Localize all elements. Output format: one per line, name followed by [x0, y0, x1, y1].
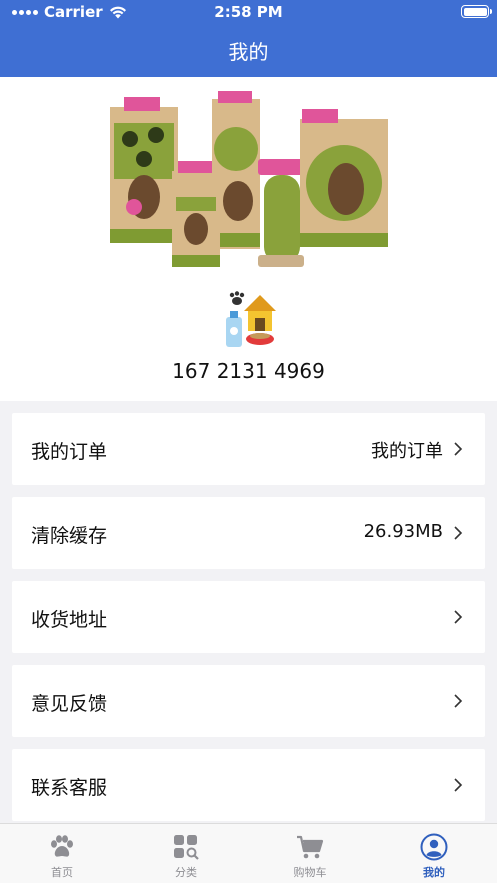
- menu-item-label: 意见反馈: [31, 693, 108, 715]
- battery-icon: [461, 5, 492, 18]
- menu-item-contact-support[interactable]: 联系客服: [12, 749, 485, 821]
- tab-label: 我的: [423, 866, 445, 879]
- chevron-right-icon: [454, 610, 463, 624]
- chevron-right-icon: [454, 442, 463, 456]
- pet-products-banner: [110, 91, 388, 267]
- phone-number: 167 2131 4969: [172, 359, 325, 383]
- tab-home[interactable]: 首页: [0, 824, 124, 883]
- tab-label: 分类: [175, 866, 197, 879]
- tab-category[interactable]: 分类: [124, 824, 248, 883]
- pet-house-icon: [226, 291, 276, 347]
- cart-icon: [297, 835, 324, 859]
- chevron-right-icon: [454, 778, 463, 792]
- tab-bar: 首页 分类 购物车 我的: [0, 823, 497, 883]
- page-title: 我的: [228, 40, 269, 64]
- tab-cart[interactable]: 购物车: [248, 824, 372, 883]
- profile-section: 167 2131 4969: [0, 77, 497, 401]
- chevron-right-icon: [454, 694, 463, 708]
- menu-item-label: 联系客服: [31, 777, 108, 799]
- menu-item-shipping-address[interactable]: 收货地址: [12, 581, 485, 653]
- category-icon: [174, 835, 199, 860]
- tab-label: 购物车: [293, 866, 327, 879]
- menu-item-label: 清除缓存: [31, 525, 108, 547]
- tab-mine[interactable]: 我的: [372, 824, 496, 883]
- cache-size-value: 26.93MB: [363, 521, 443, 542]
- paw-icon: [51, 835, 73, 857]
- tab-label: 首页: [51, 866, 73, 879]
- top-bar: Carrier 2:58 PM 我的: [0, 0, 497, 77]
- menu-item-label: 我的订单: [31, 441, 108, 463]
- menu-item-feedback[interactable]: 意见反馈: [12, 665, 485, 737]
- status-time: 2:58 PM: [214, 3, 283, 21]
- user-icon: [420, 833, 448, 861]
- status-bar: Carrier 2:58 PM: [0, 0, 497, 24]
- chevron-right-icon: [454, 526, 463, 540]
- menu-item-clear-cache[interactable]: 清除缓存 26.93MB: [12, 497, 485, 569]
- menu-item-value: 我的订单: [371, 441, 443, 462]
- menu-item-orders[interactable]: 我的订单 我的订单: [12, 413, 485, 485]
- menu-item-label: 收货地址: [31, 609, 108, 631]
